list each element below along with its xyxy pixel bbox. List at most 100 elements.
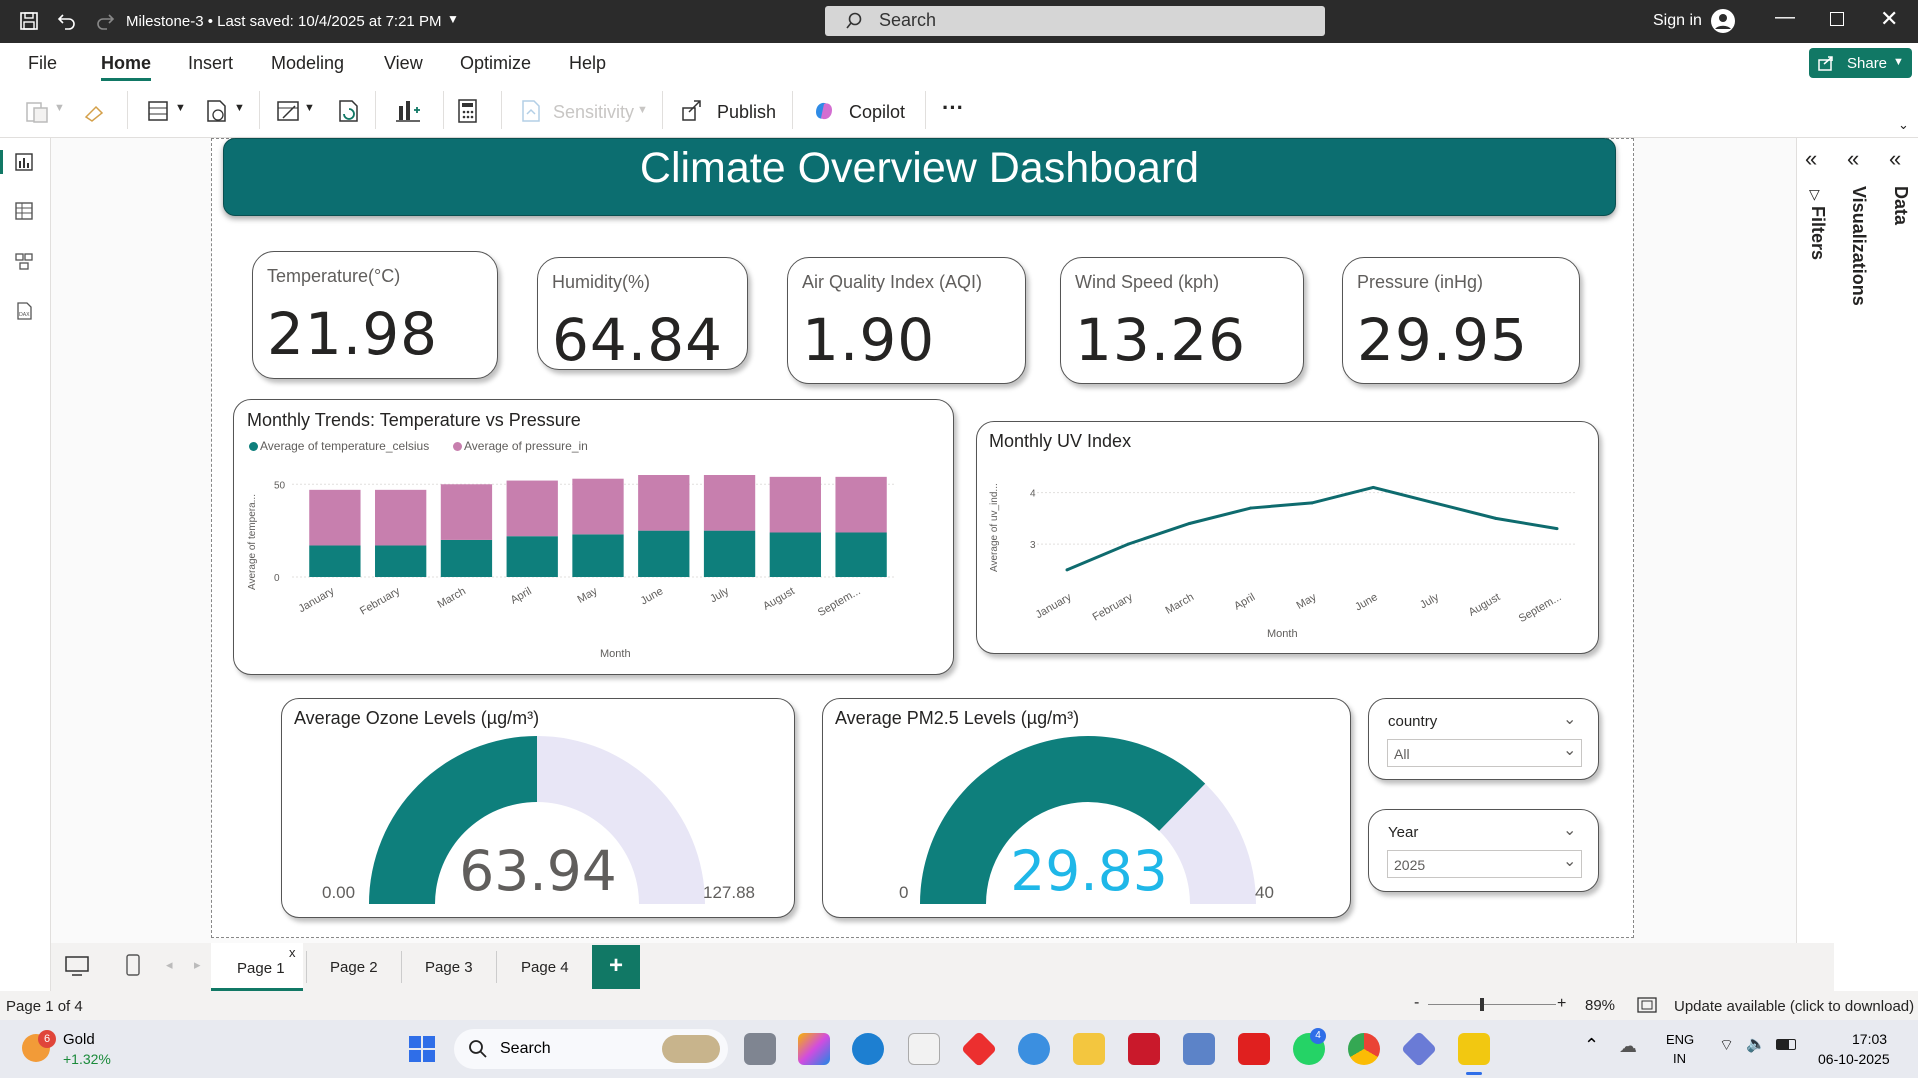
zoom-out-button[interactable]: -: [1414, 994, 1419, 1012]
copilot-button[interactable]: Copilot: [849, 102, 905, 123]
red-app-icon[interactable]: [960, 1030, 998, 1068]
chevron-down-icon[interactable]: ⌄: [1563, 820, 1576, 840]
task-view-icon[interactable]: [744, 1033, 776, 1065]
chrome-app-icon[interactable]: [1018, 1033, 1050, 1065]
menu-optimize[interactable]: Optimize: [460, 53, 531, 74]
app-icon[interactable]: [1400, 1030, 1438, 1068]
kpi-card-temperature[interactable]: Temperature(°C) 21.98: [252, 251, 498, 379]
close-tab-icon[interactable]: x: [289, 945, 296, 960]
filters-pane-label[interactable]: Filters: [1807, 206, 1828, 260]
search-input[interactable]: Search: [825, 6, 1325, 36]
expand-filters-icon[interactable]: «: [1805, 146, 1817, 172]
scroll-right-icon[interactable]: ▸: [194, 957, 201, 973]
chevron-down-icon[interactable]: ⌄: [1898, 117, 1909, 133]
menu-insert[interactable]: Insert: [188, 53, 233, 74]
chevron-down-icon[interactable]: ▼: [54, 102, 65, 114]
country-dropdown[interactable]: All ⌄: [1387, 739, 1582, 767]
chevron-down-icon[interactable]: ⌄: [1563, 709, 1576, 729]
scroll-left-icon[interactable]: ◂: [166, 957, 173, 973]
chevron-up-icon[interactable]: ⌃: [1584, 1035, 1599, 1056]
close-icon[interactable]: ✕: [1880, 6, 1898, 32]
menu-modeling[interactable]: Modeling: [271, 53, 344, 74]
power-bi-icon[interactable]: [1458, 1033, 1490, 1065]
edge-icon[interactable]: [852, 1033, 884, 1065]
windows-start-icon[interactable]: [408, 1035, 436, 1063]
undo-icon[interactable]: [57, 11, 77, 31]
add-page-button[interactable]: +: [592, 945, 640, 989]
clock-date[interactable]: 06-10-2025: [1818, 1051, 1890, 1067]
table-view-icon[interactable]: [14, 201, 34, 221]
maximize-icon[interactable]: [1830, 12, 1844, 26]
kpi-card-wind[interactable]: Wind Speed (kph) 13.26: [1060, 257, 1304, 384]
share-button[interactable]: Share ▼: [1809, 48, 1912, 78]
account-icon[interactable]: [1710, 8, 1736, 34]
bar-chart-card[interactable]: Monthly Trends: Temperature vs Pressure …: [233, 399, 954, 675]
more-options-icon[interactable]: ···: [942, 95, 964, 121]
clock-time[interactable]: 17:03: [1852, 1031, 1887, 1047]
wps-icon[interactable]: [1238, 1033, 1270, 1065]
volume-icon[interactable]: 🔈: [1746, 1034, 1766, 1054]
zoom-slider[interactable]: [1428, 1004, 1556, 1005]
store-icon[interactable]: [908, 1033, 940, 1065]
report-view-icon[interactable]: [14, 152, 34, 172]
menu-file[interactable]: File: [28, 53, 57, 74]
zoom-in-button[interactable]: +: [1557, 995, 1566, 1013]
expand-data-icon[interactable]: «: [1889, 146, 1901, 172]
transform-data-icon[interactable]: [275, 98, 301, 124]
battery-icon[interactable]: [1776, 1039, 1796, 1050]
app-icon[interactable]: [1183, 1033, 1215, 1065]
redo-icon[interactable]: [95, 11, 115, 31]
data-pane-label[interactable]: Data: [1890, 186, 1911, 225]
paste-icon[interactable]: [24, 98, 50, 124]
kpi-card-aqi[interactable]: Air Quality Index (AQI) 1.90: [787, 257, 1026, 384]
tab-page-4[interactable]: Page 4: [521, 959, 569, 976]
update-notice[interactable]: Update available (click to download): [1674, 998, 1914, 1015]
chrome-icon[interactable]: [1348, 1033, 1380, 1065]
wifi-icon[interactable]: ⌔: [1719, 1035, 1734, 1055]
menu-home[interactable]: Home: [101, 53, 152, 81]
refresh-icon[interactable]: [336, 98, 362, 124]
year-dropdown[interactable]: 2025 ⌄: [1387, 850, 1582, 878]
ozone-gauge-card[interactable]: Average Ozone Levels (µg/m³) 63.94 0.00 …: [281, 698, 795, 918]
taskbar-search[interactable]: Search: [454, 1029, 728, 1069]
language-code[interactable]: ENG: [1666, 1032, 1694, 1047]
tab-page-3[interactable]: Page 3: [425, 959, 473, 976]
sensitivity-label[interactable]: Sensitivity: [553, 102, 634, 123]
chevron-down-icon[interactable]: ▼: [637, 104, 648, 116]
copilot-app-icon[interactable]: [798, 1033, 830, 1065]
signin-link[interactable]: Sign in: [1653, 12, 1702, 30]
format-painter-icon[interactable]: [82, 99, 108, 123]
copilot-icon[interactable]: [811, 98, 837, 124]
file-explorer-icon[interactable]: [1073, 1033, 1105, 1065]
publish-button[interactable]: Publish: [717, 102, 776, 123]
kpi-card-pressure[interactable]: Pressure (inHg) 29.95: [1342, 257, 1580, 384]
recent-sources-icon[interactable]: [204, 98, 230, 124]
kpi-card-humidity[interactable]: Humidity(%) 64.84: [537, 257, 748, 374]
chevron-down-icon[interactable]: ▼: [234, 102, 245, 114]
sensitivity-icon[interactable]: [519, 98, 543, 124]
model-view-icon[interactable]: [14, 251, 34, 271]
year-slicer[interactable]: Year ⌄ 2025 ⌄: [1368, 809, 1599, 892]
mcafee-icon[interactable]: [1128, 1033, 1160, 1065]
country-slicer[interactable]: country ⌄ All ⌄: [1368, 698, 1599, 780]
tab-page-2[interactable]: Page 2: [330, 959, 378, 976]
new-visual-icon[interactable]: [394, 98, 422, 124]
minimize-icon[interactable]: —: [1775, 6, 1795, 29]
dax-query-icon[interactable]: DAX: [14, 301, 34, 321]
expand-visualizations-icon[interactable]: «: [1847, 146, 1859, 172]
cloud-icon[interactable]: ☁: [1619, 1036, 1637, 1057]
desktop-layout-icon[interactable]: [64, 955, 90, 977]
save-icon[interactable]: [19, 11, 39, 31]
line-chart-card[interactable]: Monthly UV Index 3 4 January February March A…: [976, 421, 1599, 654]
menu-view[interactable]: View: [384, 53, 423, 74]
menu-help[interactable]: Help: [569, 53, 606, 74]
pm25-gauge-card[interactable]: Average PM2.5 Levels (µg/m³) 29.83 0 40: [822, 698, 1351, 918]
tab-page-1[interactable]: Page 1 x: [211, 943, 303, 991]
visualizations-pane-label[interactable]: Visualizations: [1848, 186, 1869, 306]
chevron-down-icon[interactable]: ▼: [304, 102, 315, 114]
zoom-thumb[interactable]: [1480, 998, 1484, 1011]
fit-to-page-icon[interactable]: [1637, 996, 1657, 1014]
calculation-icon[interactable]: [456, 98, 480, 124]
chevron-down-icon[interactable]: ▼: [447, 12, 459, 26]
chevron-down-icon[interactable]: ▼: [175, 102, 186, 114]
